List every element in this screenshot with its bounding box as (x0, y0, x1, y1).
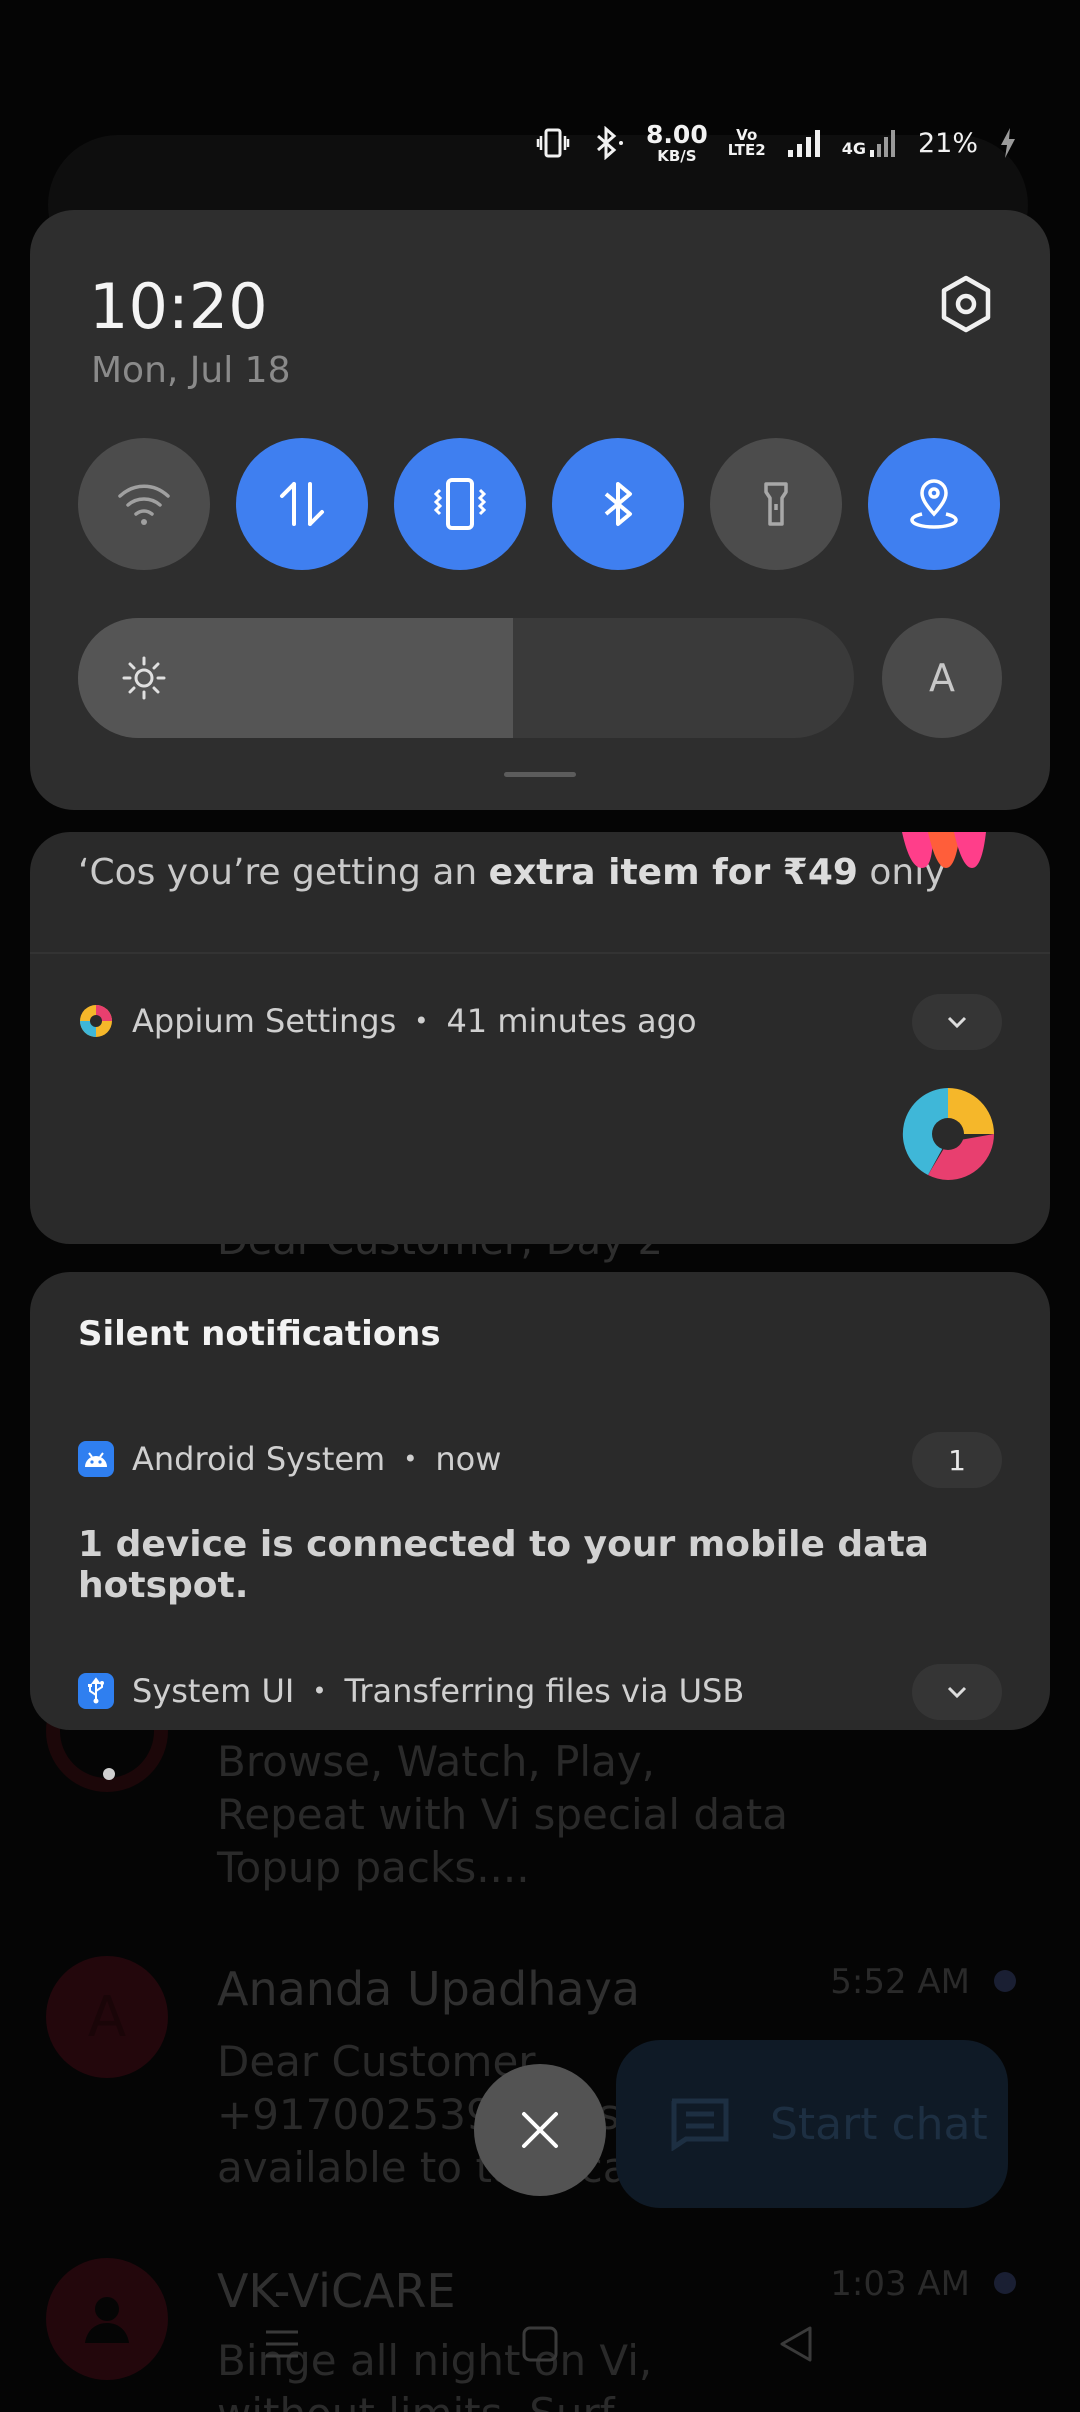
unread-dot (994, 1970, 1016, 1992)
appium-notification-header[interactable]: Appium Settings • 41 minutes ago (78, 1002, 697, 1040)
notification-group-card: ‘Cos you’re getting an extra item for ₹4… (30, 832, 1050, 1244)
network-type: 4G (841, 139, 866, 158)
brightness-slider[interactable] (78, 618, 854, 738)
android-system-app-name: Android System (132, 1440, 386, 1478)
tile-wifi[interactable] (78, 438, 210, 570)
status-bar: 8.00 KB/S Vo LTE2 4G 21% (536, 118, 1018, 168)
quick-settings-panel: 10:20 Mon, Jul 18 A (30, 210, 1050, 810)
menu-icon (266, 2330, 298, 2358)
android-system-time: now (435, 1440, 502, 1478)
screen: Dear Customer, Day 2 Browse, Watch, Play… (0, 0, 1080, 2412)
back-button[interactable] (776, 2324, 816, 2368)
silent-notifications-title: Silent notifications (78, 1314, 441, 1354)
network-speed-unit: KB/S (657, 147, 697, 165)
location-icon (910, 479, 958, 529)
signal-4g-icon: 4G (842, 128, 898, 158)
navigation-bar (0, 2310, 1080, 2382)
bluetooth-icon (604, 482, 632, 526)
network-speed-value: 8.00 (646, 120, 708, 149)
appium-notification-time: 41 minutes ago (446, 1002, 697, 1040)
panel-drag-handle[interactable] (504, 772, 576, 777)
chevron-down-icon (947, 1686, 967, 1699)
hotspot-notification-body[interactable]: 1 device is connected to your mobile dat… (78, 1524, 1050, 1606)
android-system-icon (78, 1441, 114, 1477)
back-triangle-icon (780, 2326, 812, 2362)
chevron-down-icon (947, 1016, 967, 1029)
settings-gear-icon[interactable] (934, 272, 998, 336)
separator-dot: • (403, 1445, 418, 1473)
background-message-time: 5:52 AM (830, 1962, 970, 2002)
appium-app-icon (78, 1003, 114, 1039)
qs-date: Mon, Jul 18 (91, 350, 291, 391)
wifi-icon (118, 484, 170, 525)
background-contact-name: Ananda Upadhaya (217, 1962, 640, 2016)
background-avatar: A (46, 1956, 168, 2078)
promo-logo-icon (902, 832, 986, 868)
appium-large-icon (902, 1088, 994, 1180)
background-message-preview: Browse, Watch, Play, Repeat with Vi spec… (217, 1737, 788, 1892)
unread-dot (994, 2272, 1016, 2294)
notification-count-badge[interactable]: 1 (912, 1432, 1002, 1488)
qs-clock: 10:20 (89, 270, 268, 343)
battery-percent: 21% (917, 127, 978, 159)
system-ui-text: Transferring files via USB (344, 1672, 745, 1710)
separator-dot: • (414, 1007, 429, 1035)
start-chat-button[interactable]: Start chat (616, 2040, 1008, 2208)
flashlight-icon (764, 482, 788, 526)
silent-notifications-card: Silent notifications Android System • no… (30, 1272, 1050, 1730)
tile-mobile-data[interactable] (236, 438, 368, 570)
brightness-icon (122, 656, 166, 700)
notification-divider (30, 952, 1050, 954)
system-ui-app-name: System UI (132, 1672, 295, 1710)
chat-icon (671, 2098, 729, 2151)
volte-bottom: LTE2 (727, 141, 766, 159)
volte-indicator: Vo LTE2 (728, 128, 766, 158)
home-button[interactable] (520, 2324, 560, 2368)
auto-brightness-button[interactable]: A (882, 618, 1002, 738)
expand-notification-button[interactable] (912, 1664, 1002, 1720)
promo-text-prefix: ‘Cos you’re getting an (78, 852, 489, 893)
bluetooth-icon (597, 126, 624, 160)
signal-bars-icon (869, 130, 895, 157)
separator-dot: • (312, 1677, 327, 1705)
home-square-icon (522, 2326, 558, 2362)
vibrate-icon (536, 128, 570, 158)
data-arrows-icon (280, 482, 324, 526)
start-chat-label: Start chat (770, 2098, 988, 2150)
clear-all-button[interactable] (474, 2064, 606, 2196)
appium-app-name: Appium Settings (132, 1002, 397, 1040)
close-icon (522, 2112, 558, 2148)
charging-icon (1001, 128, 1015, 158)
vibrate-icon (433, 478, 487, 530)
recents-button[interactable] (262, 2324, 302, 2368)
promo-notification-text[interactable]: ‘Cos you’re getting an extra item for ₹4… (78, 852, 946, 893)
page-indicator-dot (103, 1768, 115, 1780)
tile-bluetooth[interactable] (552, 438, 684, 570)
promo-text-bold: extra item for ₹49 (488, 852, 858, 893)
expand-notification-button[interactable] (912, 994, 1002, 1050)
tile-flashlight[interactable] (710, 438, 842, 570)
background-message-time: 1:03 AM (830, 2264, 970, 2304)
network-speed: 8.00 KB/S (646, 122, 708, 164)
tile-location[interactable] (868, 438, 1000, 570)
usb-icon (78, 1673, 114, 1709)
android-system-notification-header[interactable]: Android System • now (78, 1440, 501, 1478)
signal-icon (787, 130, 820, 157)
system-ui-notification-header[interactable]: System UI • Transferring files via USB (78, 1672, 744, 1710)
tile-vibrate[interactable] (394, 438, 526, 570)
